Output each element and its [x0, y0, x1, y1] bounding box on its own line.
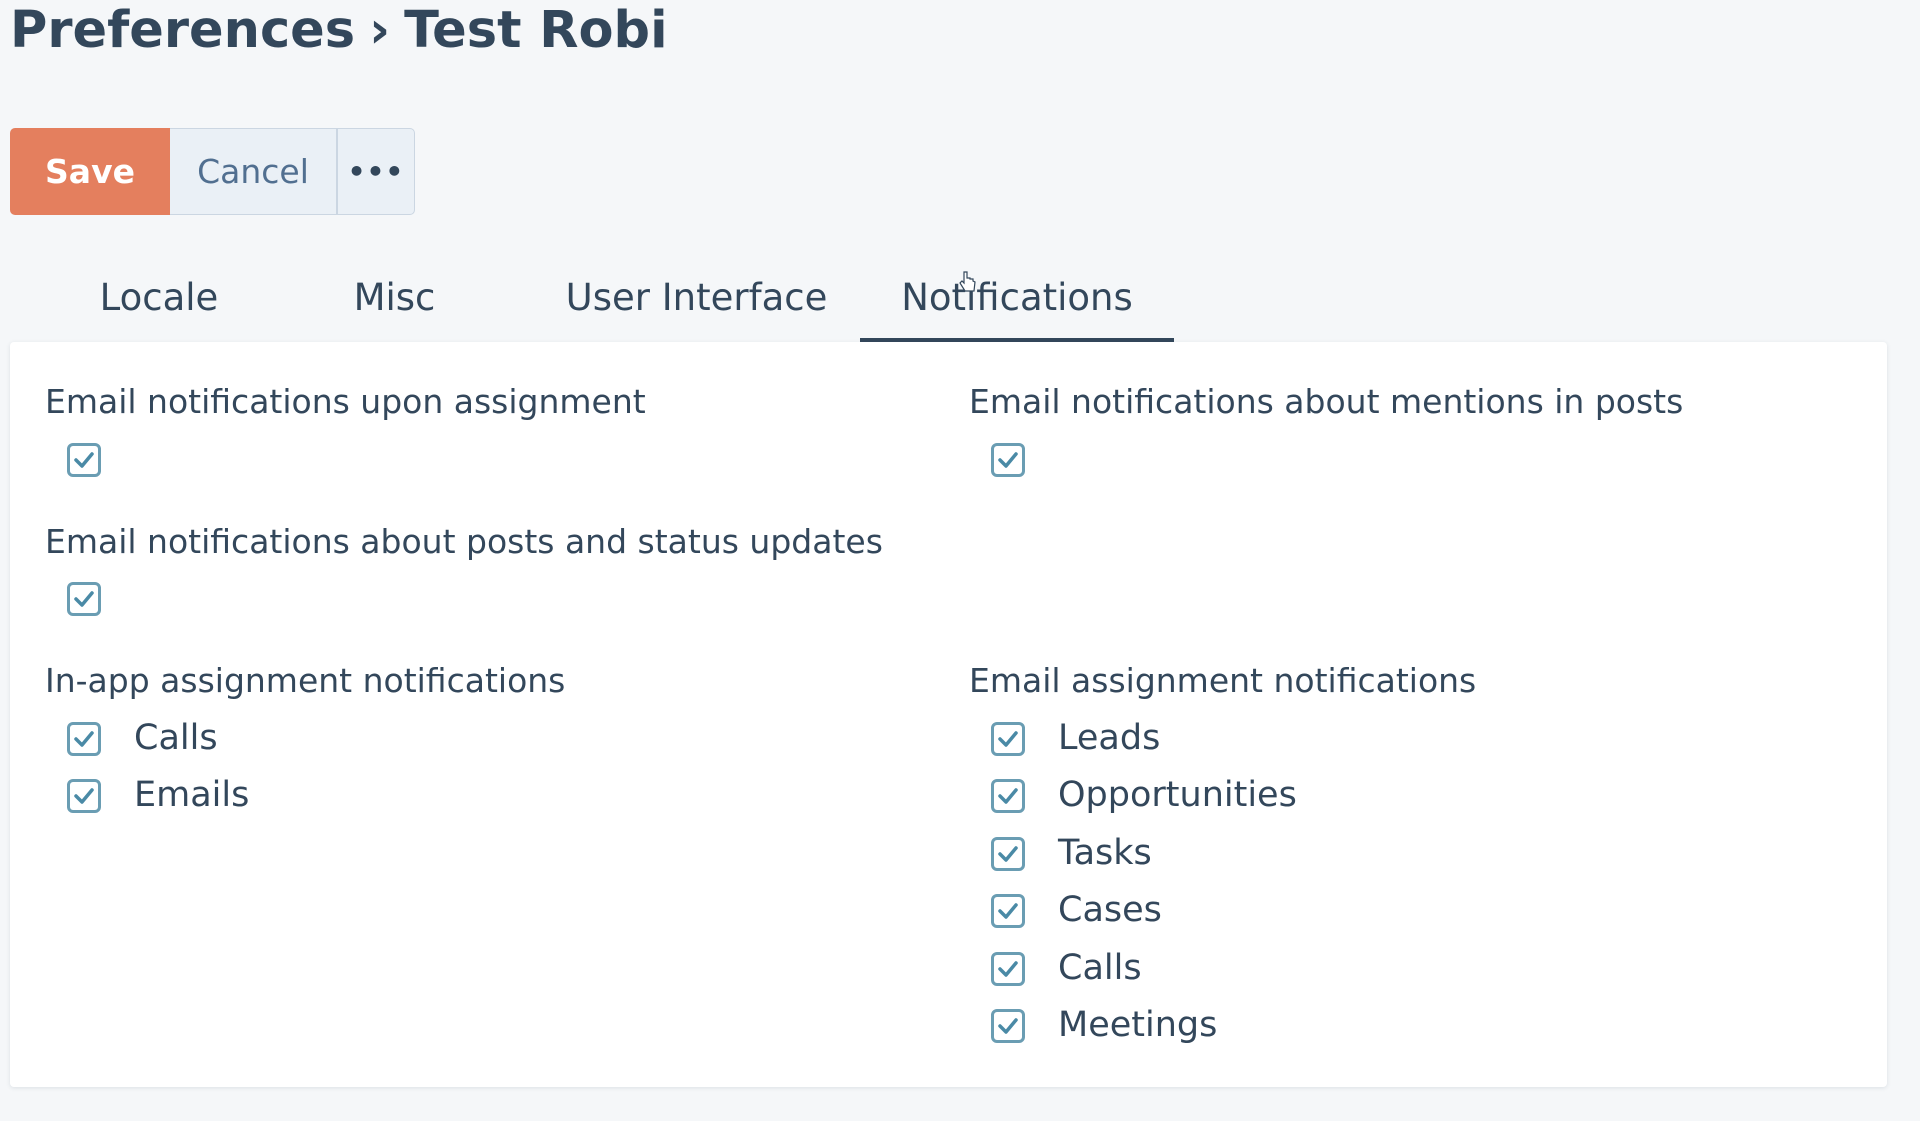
option-label-in-app-emails[interactable]: Emails	[134, 775, 249, 815]
checkmark-icon	[74, 788, 94, 804]
tab-user-interface[interactable]: User Interface	[542, 256, 851, 338]
option-label-email-tasks[interactable]: Tasks	[1058, 833, 1152, 873]
checkbox-in-app-calls[interactable]	[67, 722, 101, 756]
checkmark-icon	[998, 452, 1018, 468]
checkbox-email-leads[interactable]	[991, 722, 1025, 756]
checkbox-email-cases[interactable]	[991, 894, 1025, 928]
field-label-email-mentions: Email notifications about mentions in po…	[969, 382, 1684, 421]
checkmark-icon	[74, 731, 94, 747]
option-label-email-opportunities[interactable]: Opportunities	[1058, 775, 1297, 815]
checkbox-email-mentions[interactable]	[991, 443, 1025, 477]
tab-misc[interactable]: Misc	[300, 256, 489, 338]
tab-locale[interactable]: Locale	[68, 256, 250, 338]
checkbox-email-opportunities[interactable]	[991, 779, 1025, 813]
checkmark-icon	[74, 591, 94, 607]
checkbox-email-meetings[interactable]	[991, 1009, 1025, 1043]
breadcrumb-current: Test Robi	[404, 1, 668, 60]
breadcrumb-separator: ›	[369, 1, 391, 60]
page-title: Preferences › Test Robi	[10, 0, 668, 66]
checkmark-icon	[74, 452, 94, 468]
option-label-email-meetings[interactable]: Meetings	[1058, 1005, 1217, 1045]
field-label-email-assignment: Email assignment notifications	[969, 661, 1477, 700]
cancel-button[interactable]: Cancel	[170, 128, 337, 215]
hand-cursor-icon	[959, 271, 976, 292]
checkmark-icon	[998, 788, 1018, 804]
field-label-in-app-assignment: In-app assignment notifications	[45, 661, 566, 700]
more-actions-button[interactable]: •••	[337, 128, 415, 215]
checkbox-in-app-emails[interactable]	[67, 779, 101, 813]
checkmark-icon	[998, 1018, 1018, 1034]
notifications-panel: Email notifications upon assignment Emai…	[10, 342, 1887, 1087]
checkmark-icon	[998, 731, 1018, 747]
save-button[interactable]: Save	[10, 128, 170, 215]
field-label-email-posts-status: Email notifications about posts and stat…	[45, 522, 883, 561]
option-label-email-cases[interactable]: Cases	[1058, 890, 1162, 930]
checkmark-icon	[998, 961, 1018, 977]
option-label-email-calls[interactable]: Calls	[1058, 948, 1142, 988]
preferences-page: Preferences › Test Robi Save Cancel ••• Lo…	[0, 0, 1920, 1121]
checkmark-icon	[998, 846, 1018, 862]
checkbox-email-posts-status[interactable]	[67, 582, 101, 616]
checkbox-email-calls[interactable]	[991, 952, 1025, 986]
more-icon: •••	[347, 155, 405, 188]
option-label-in-app-calls[interactable]: Calls	[134, 718, 218, 758]
checkbox-email-tasks[interactable]	[991, 837, 1025, 871]
tab-notifications[interactable]: Notifications	[860, 256, 1174, 342]
option-label-email-leads[interactable]: Leads	[1058, 718, 1160, 758]
checkmark-icon	[998, 903, 1018, 919]
action-toolbar: Save Cancel •••	[10, 128, 415, 215]
checkbox-email-upon-assignment[interactable]	[67, 443, 101, 477]
tab-bar: Locale Misc User Interface Notifications	[10, 256, 1888, 342]
field-label-email-upon-assignment: Email notifications upon assignment	[45, 382, 646, 421]
breadcrumb-parent[interactable]: Preferences	[10, 1, 355, 60]
